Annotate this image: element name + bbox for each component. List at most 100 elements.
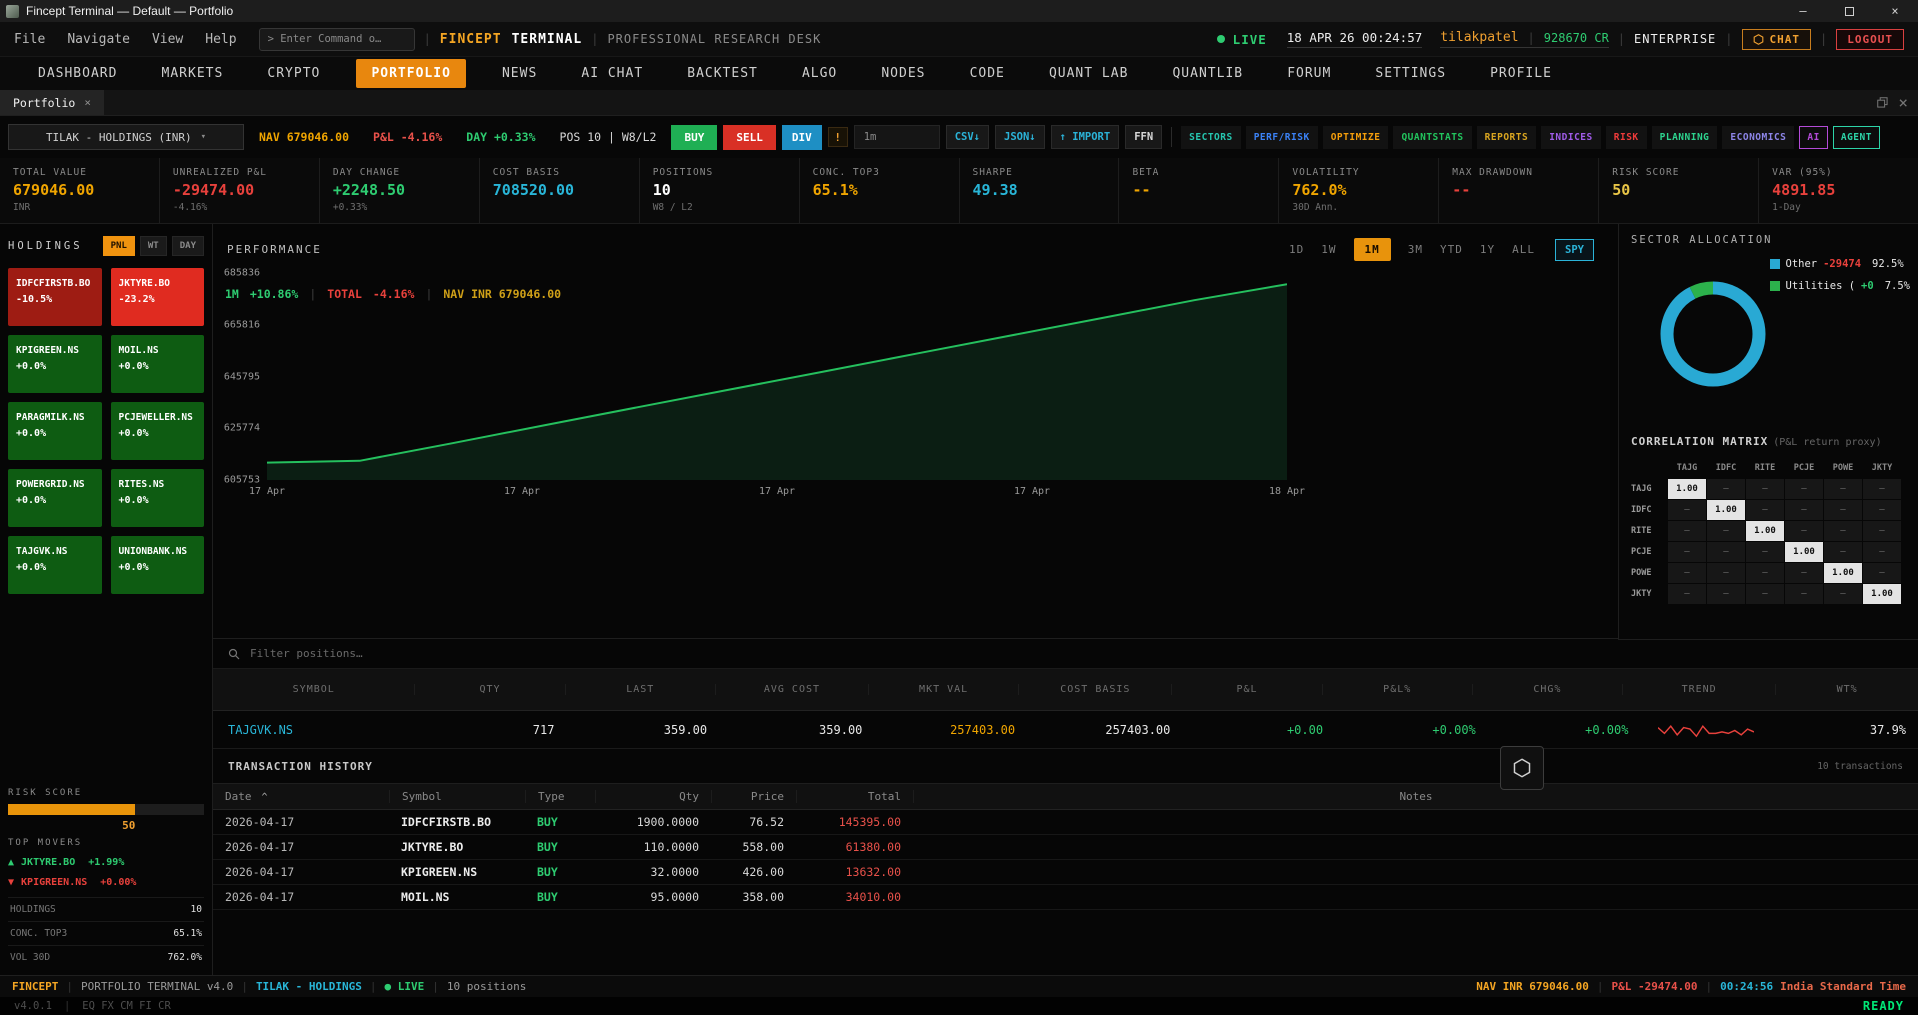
holding-tile-idfcfirstb-bo[interactable]: IDFCFIRSTB.BO-10.5% — [8, 268, 102, 326]
nav-tab-news[interactable]: NEWS — [494, 61, 545, 86]
tool-risk[interactable]: RISK — [1606, 126, 1647, 149]
nav-tab-ai-chat[interactable]: AI CHAT — [573, 61, 651, 86]
tool-ai[interactable]: AI — [1799, 126, 1827, 149]
nav-tab-quant-lab[interactable]: QUANT LAB — [1041, 61, 1136, 86]
nav-tab-forum[interactable]: FORUM — [1279, 61, 1339, 86]
close-button[interactable]: × — [1872, 0, 1918, 22]
nav-tab-algo[interactable]: ALGO — [794, 61, 845, 86]
tool-optimize[interactable]: OPTIMIZE — [1323, 126, 1389, 149]
range-1w[interactable]: 1W — [1321, 243, 1336, 256]
txn-col-type[interactable]: Type — [525, 790, 595, 803]
txn-col-price[interactable]: Price — [711, 790, 796, 803]
nav-tab-code[interactable]: CODE — [962, 61, 1013, 86]
holding-tile-powergrid-ns[interactable]: POWERGRID.NS+0.0% — [8, 469, 102, 527]
pos-col-last[interactable]: LAST — [565, 684, 715, 695]
buy-button[interactable]: BUY — [671, 125, 717, 150]
transaction-row[interactable]: 2026-04-17IDFCFIRSTB.BOBUY1900.000076.52… — [213, 810, 1918, 835]
transaction-row[interactable]: 2026-04-17JKTYRE.BOBUY110.0000558.006138… — [213, 835, 1918, 860]
txn-col-date[interactable]: Date^ — [213, 790, 389, 803]
txn-col-notes[interactable]: Notes — [913, 790, 1918, 803]
range-1d[interactable]: 1D — [1289, 243, 1304, 256]
minimize-button[interactable]: — — [1780, 0, 1826, 22]
holding-tile-unionbank-ns[interactable]: UNIONBANK.NS+0.0% — [111, 536, 205, 594]
agent-floating-button[interactable] — [1500, 746, 1544, 790]
spy-benchmark-button[interactable]: SPY — [1555, 239, 1594, 261]
menu-view[interactable]: View — [152, 32, 183, 47]
separator: | — [1597, 980, 1604, 993]
pos-col-chg[interactable]: CHG% — [1472, 684, 1622, 695]
username[interactable]: tilakpatel — [1440, 30, 1518, 45]
nav-tab-backtest[interactable]: BACKTEST — [679, 61, 766, 86]
chat-button[interactable]: CHAT — [1742, 29, 1812, 50]
holding-tile-kpigreen-ns[interactable]: KPIGREEN.NS+0.0% — [8, 335, 102, 393]
transaction-row[interactable]: 2026-04-17MOIL.NSBUY95.0000358.0034010.0… — [213, 885, 1918, 910]
transaction-row[interactable]: 2026-04-17KPIGREEN.NSBUY32.0000426.00136… — [213, 860, 1918, 885]
portfolio-select[interactable]: TILAK - HOLDINGS (INR) ▾ — [8, 124, 244, 150]
pos-col-qty[interactable]: QTY — [414, 684, 564, 695]
matrix-row-pcje: PCJE–––1.00–– — [1631, 542, 1918, 562]
position-row[interactable]: TAJGVK.NS717359.00359.00257403.00257403.… — [213, 711, 1918, 749]
tool-economics[interactable]: ECONOMICS — [1722, 126, 1794, 149]
txn-col-symbol[interactable]: Symbol — [389, 790, 525, 803]
menu-navigate[interactable]: Navigate — [67, 32, 130, 47]
action-csv[interactable]: CSV↓ — [946, 125, 989, 149]
pos-col-symbol[interactable]: SYMBOL — [213, 684, 414, 695]
holding-tile-moil-ns[interactable]: MOIL.NS+0.0% — [111, 335, 205, 393]
menu-help[interactable]: Help — [205, 32, 236, 47]
pos-col-mkt-val[interactable]: MKT VAL — [868, 684, 1018, 695]
nav-tab-crypto[interactable]: CRYPTO — [259, 61, 328, 86]
action-json[interactable]: JSON↓ — [995, 125, 1045, 149]
menu-file[interactable]: File — [14, 32, 45, 47]
holdings-mode-day[interactable]: DAY — [172, 236, 204, 256]
matrix-row-label: RITE — [1631, 521, 1667, 541]
tool-sectors[interactable]: SECTORS — [1181, 126, 1241, 149]
action-import[interactable]: ↑ IMPORT — [1051, 125, 1120, 149]
dividend-button[interactable]: DIV — [782, 125, 822, 150]
tool-agent[interactable]: AGENT — [1833, 126, 1880, 149]
nav-tab-quantlib[interactable]: QUANTLIB — [1164, 61, 1251, 86]
tool-reports[interactable]: REPORTS — [1477, 126, 1537, 149]
txn-col-qty[interactable]: Qty — [595, 790, 711, 803]
holding-tile-paragmilk-ns[interactable]: PARAGMILK.NS+0.0% — [8, 402, 102, 460]
nav-tab-markets[interactable]: MARKETS — [154, 61, 232, 86]
range-1y[interactable]: 1Y — [1480, 243, 1495, 256]
nav-tab-portfolio[interactable]: PORTFOLIO — [356, 59, 465, 88]
holdings-mode-pnl[interactable]: PNL — [103, 236, 135, 256]
tool-quantstats[interactable]: QUANTSTATS — [1393, 126, 1471, 149]
nav-tab-profile[interactable]: PROFILE — [1482, 61, 1560, 86]
positions-filter[interactable]: Filter positions… — [213, 639, 1918, 669]
range-3m[interactable]: 3M — [1408, 243, 1423, 256]
tool-perf-risk[interactable]: PERF/RISK — [1246, 126, 1318, 149]
logout-button[interactable]: LOGOUT — [1836, 29, 1904, 50]
pos-col-p-l[interactable]: P&L — [1171, 684, 1321, 695]
pos-col-avg-cost[interactable]: AVG COST — [715, 684, 868, 695]
range-all[interactable]: ALL — [1512, 243, 1535, 256]
holding-tile-rites-ns[interactable]: RITES.NS+0.0% — [111, 469, 205, 527]
maximize-button[interactable] — [1826, 0, 1872, 22]
nav-tab-dashboard[interactable]: DASHBOARD — [30, 61, 125, 86]
holding-tile-pcjeweller-ns[interactable]: PCJEWELLER.NS+0.0% — [111, 402, 205, 460]
pos-col-cost-basis[interactable]: COST BASIS — [1018, 684, 1171, 695]
pos-col-wt[interactable]: WT% — [1775, 684, 1918, 695]
holding-tile-tajgvk-ns[interactable]: TAJGVK.NS+0.0% — [8, 536, 102, 594]
holding-tile-jktyre-bo[interactable]: JKTYRE.BO-23.2% — [111, 268, 205, 326]
range-ytd[interactable]: YTD — [1440, 243, 1463, 256]
alert-button[interactable]: ! — [828, 127, 848, 147]
tab-portfolio[interactable]: Portfolio × — [0, 90, 104, 115]
command-input[interactable]: > Enter Command o… — [259, 28, 415, 51]
sell-button[interactable]: SELL — [723, 125, 776, 150]
restore-pane-icon[interactable] — [1877, 97, 1888, 108]
action-ffn[interactable]: FFN — [1125, 125, 1162, 149]
nav-tab-settings[interactable]: SETTINGS — [1367, 61, 1454, 86]
nav-tab-nodes[interactable]: NODES — [873, 61, 933, 86]
pos-col-p-l[interactable]: P&L% — [1322, 684, 1472, 695]
pos-col-trend[interactable]: TREND — [1622, 684, 1775, 695]
range-1m[interactable]: 1M — [1354, 238, 1391, 261]
tool-indices[interactable]: INDICES — [1541, 126, 1601, 149]
close-pane-icon[interactable]: × — [1898, 93, 1908, 112]
tab-close-icon[interactable]: × — [84, 96, 91, 109]
timeframe-input[interactable]: 1m — [854, 125, 940, 149]
tool-planning[interactable]: PLANNING — [1652, 126, 1718, 149]
holdings-mode-wt[interactable]: WT — [140, 236, 167, 256]
txn-col-total[interactable]: Total — [796, 790, 913, 803]
